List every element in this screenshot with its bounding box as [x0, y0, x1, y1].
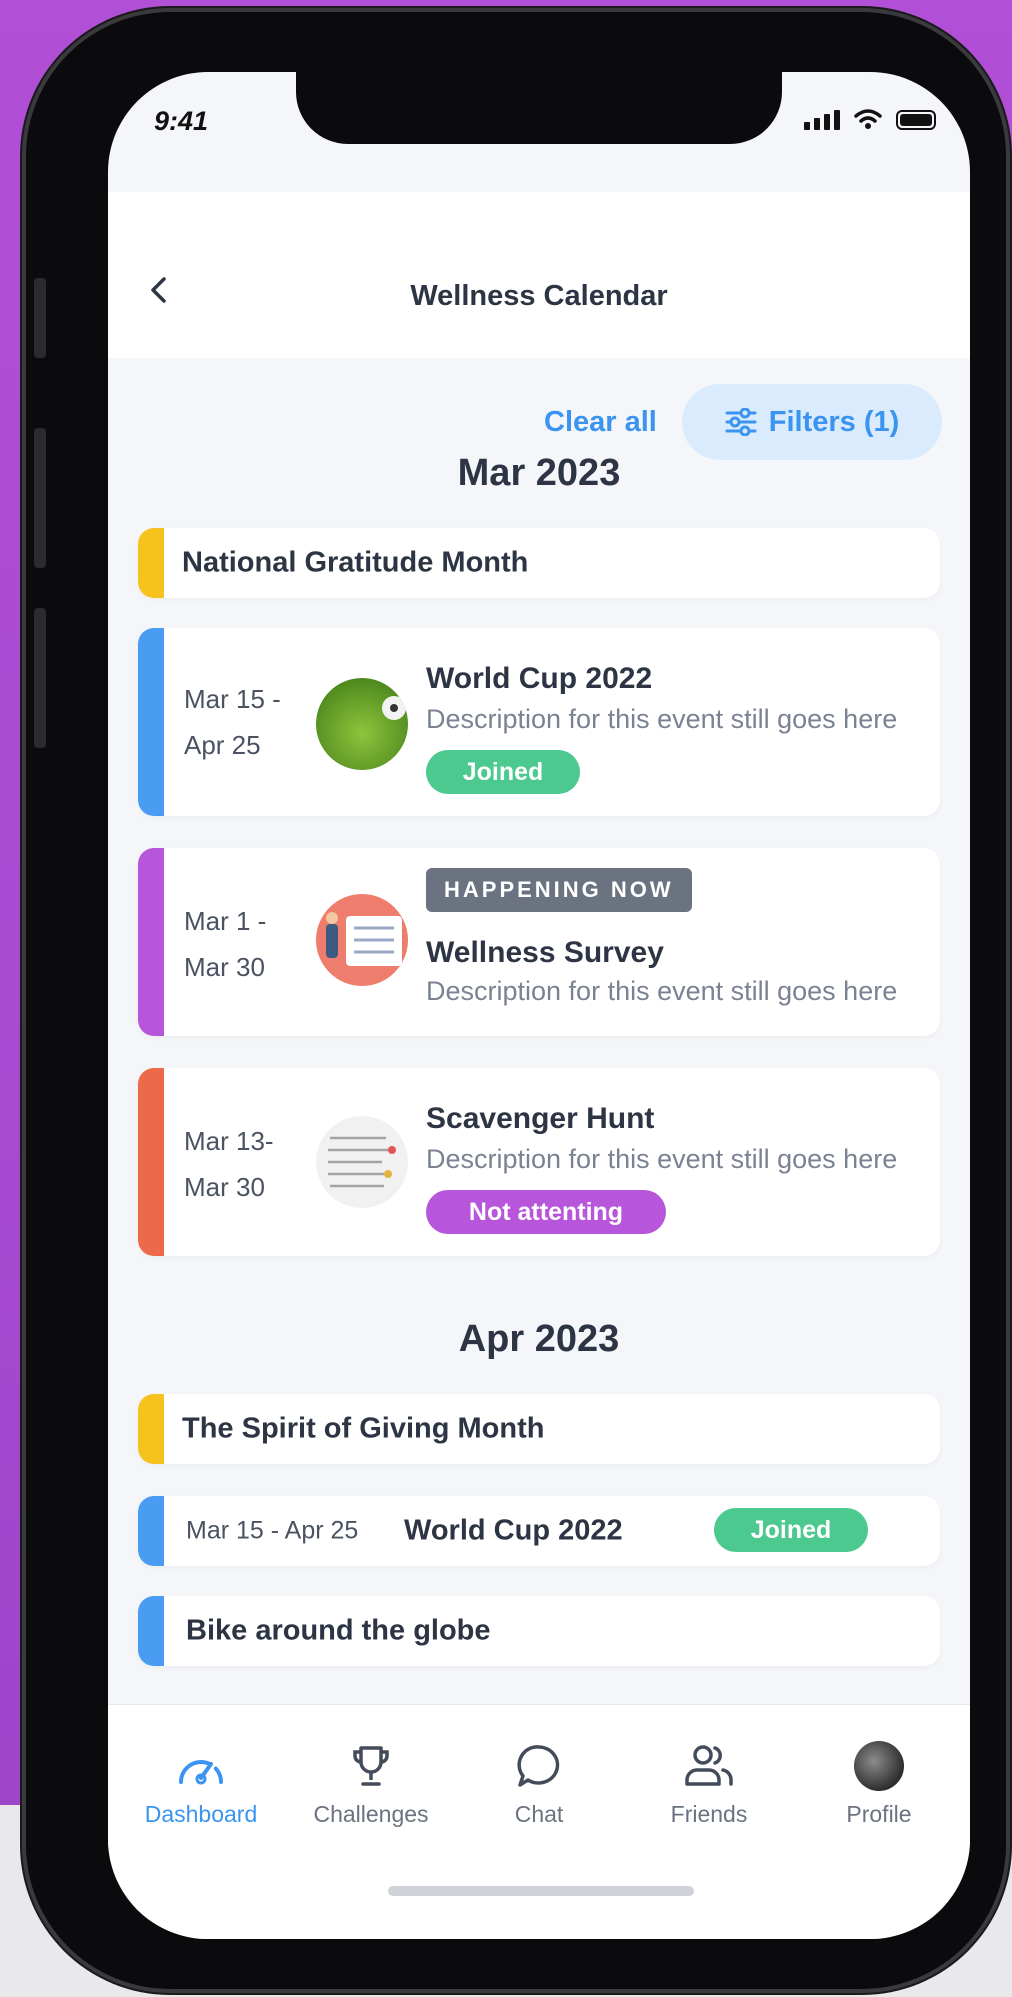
event-date: Mar 15 - Apr 25 — [186, 1516, 359, 1545]
event-card-world-cup[interactable]: Mar 15 - Apr 25 World Cup 2022 Descripti… — [138, 628, 940, 816]
soccer-field-thumbnail — [316, 678, 408, 770]
survey-thumbnail — [316, 894, 408, 986]
tab-profile[interactable]: Profile — [804, 1741, 954, 1828]
event-title: Scavenger Hunt — [426, 1102, 655, 1135]
event-color-bar — [138, 1496, 164, 1566]
tab-label: Challenges — [313, 1801, 429, 1827]
header: Wellness Calendar — [108, 192, 970, 358]
page-title: Wellness Calendar — [410, 280, 668, 312]
event-card-scavenger-hunt[interactable]: Mar 13- Mar 30 Scavenger Hunt Descriptio… — [138, 1068, 940, 1256]
observance-label: The Spirit of Giving Month — [182, 1412, 545, 1445]
tab-dashboard[interactable]: Dashboard — [126, 1741, 276, 1828]
trophy-icon — [353, 1746, 389, 1786]
event-color-bar — [138, 1068, 164, 1256]
observance-label: National Gratitude Month — [182, 546, 529, 579]
soccer-ball-icon — [382, 696, 406, 720]
event-date-start: Mar 13- — [184, 1126, 274, 1156]
event-description: Description for this event still goes he… — [426, 1144, 898, 1174]
event-description: Description for this event still goes he… — [426, 976, 898, 1006]
clipboard-icon — [326, 912, 402, 966]
event-description: Description for this event still goes he… — [426, 704, 898, 734]
status-badge: Joined — [426, 750, 580, 794]
status-badge: Joined — [714, 1508, 868, 1552]
checklist-thumbnail — [316, 1116, 408, 1208]
friends-icon — [685, 1745, 733, 1786]
sliders-icon — [725, 408, 757, 436]
home-indicator — [388, 1886, 694, 1896]
month-heading: Apr 2023 — [458, 1318, 620, 1360]
status-badge: Not attenting — [426, 1190, 666, 1234]
tab-friends[interactable]: Friends — [634, 1741, 784, 1828]
checklist-icon — [328, 1136, 396, 1188]
speedometer-icon — [179, 1760, 223, 1785]
event-color-bar — [138, 1596, 164, 1666]
event-date-end: Mar 30 — [184, 1172, 265, 1202]
tab-challenges[interactable]: Challenges — [296, 1741, 446, 1828]
event-title: Wellness Survey — [426, 936, 664, 969]
compact-event-world-cup[interactable]: Mar 15 - Apr 25 World Cup 2022 Joined — [138, 1496, 940, 1566]
event-date-end: Mar 30 — [184, 952, 265, 982]
event-date-start: Mar 15 - — [184, 684, 281, 714]
battery-icon — [896, 110, 936, 130]
signal-icon — [804, 110, 840, 130]
status-time: 9:41 — [154, 106, 209, 136]
compact-event-bike[interactable]: Bike around the globe — [138, 1596, 940, 1666]
filters-label: Filters (1) — [768, 405, 900, 438]
event-card-wellness-survey[interactable]: Mar 1 - Mar 30 HAPPENING NOW Wellness Su… — [138, 848, 940, 1036]
event-color-bar — [138, 628, 164, 816]
volume-down-button — [34, 608, 46, 748]
filters-button[interactable]: Filters (1) — [682, 384, 942, 460]
month-heading: Mar 2023 — [457, 452, 621, 494]
observance-color-bar — [138, 1394, 164, 1464]
event-date-end: Apr 25 — [184, 730, 261, 760]
event-date-start: Mar 1 - — [184, 906, 267, 936]
notch — [296, 72, 782, 144]
tab-label: Profile — [846, 1801, 912, 1827]
observance-card[interactable]: National Gratitude Month — [138, 528, 940, 598]
tab-label: Dashboard — [144, 1801, 258, 1827]
tab-label: Chat — [514, 1801, 564, 1827]
observance-color-bar — [138, 528, 164, 598]
event-title: World Cup 2022 — [404, 1514, 623, 1547]
event-title: World Cup 2022 — [426, 662, 653, 695]
chat-bubble-icon — [517, 1745, 560, 1787]
observance-card[interactable]: The Spirit of Giving Month — [138, 1394, 940, 1464]
wifi-icon — [854, 109, 882, 129]
mute-switch — [34, 278, 46, 358]
event-color-bar — [138, 848, 164, 1036]
event-title: Bike around the globe — [186, 1614, 491, 1647]
volume-up-button — [34, 428, 46, 568]
screen: 9:41 Wellness Calendar Clear all Filters… — [108, 72, 970, 1939]
phone-frame: 9:41 Wellness Calendar Clear all Filters… — [22, 8, 1010, 1993]
status-icons — [804, 108, 936, 130]
avatar — [854, 1741, 904, 1791]
tab-chat[interactable]: Chat — [464, 1741, 614, 1828]
happening-now-badge: HAPPENING NOW — [426, 868, 692, 912]
tab-bar: Dashboard Challenges Chat Friends Profil… — [108, 1704, 970, 1939]
clear-all-button[interactable]: Clear all — [544, 406, 657, 439]
tab-label: Friends — [670, 1801, 748, 1827]
